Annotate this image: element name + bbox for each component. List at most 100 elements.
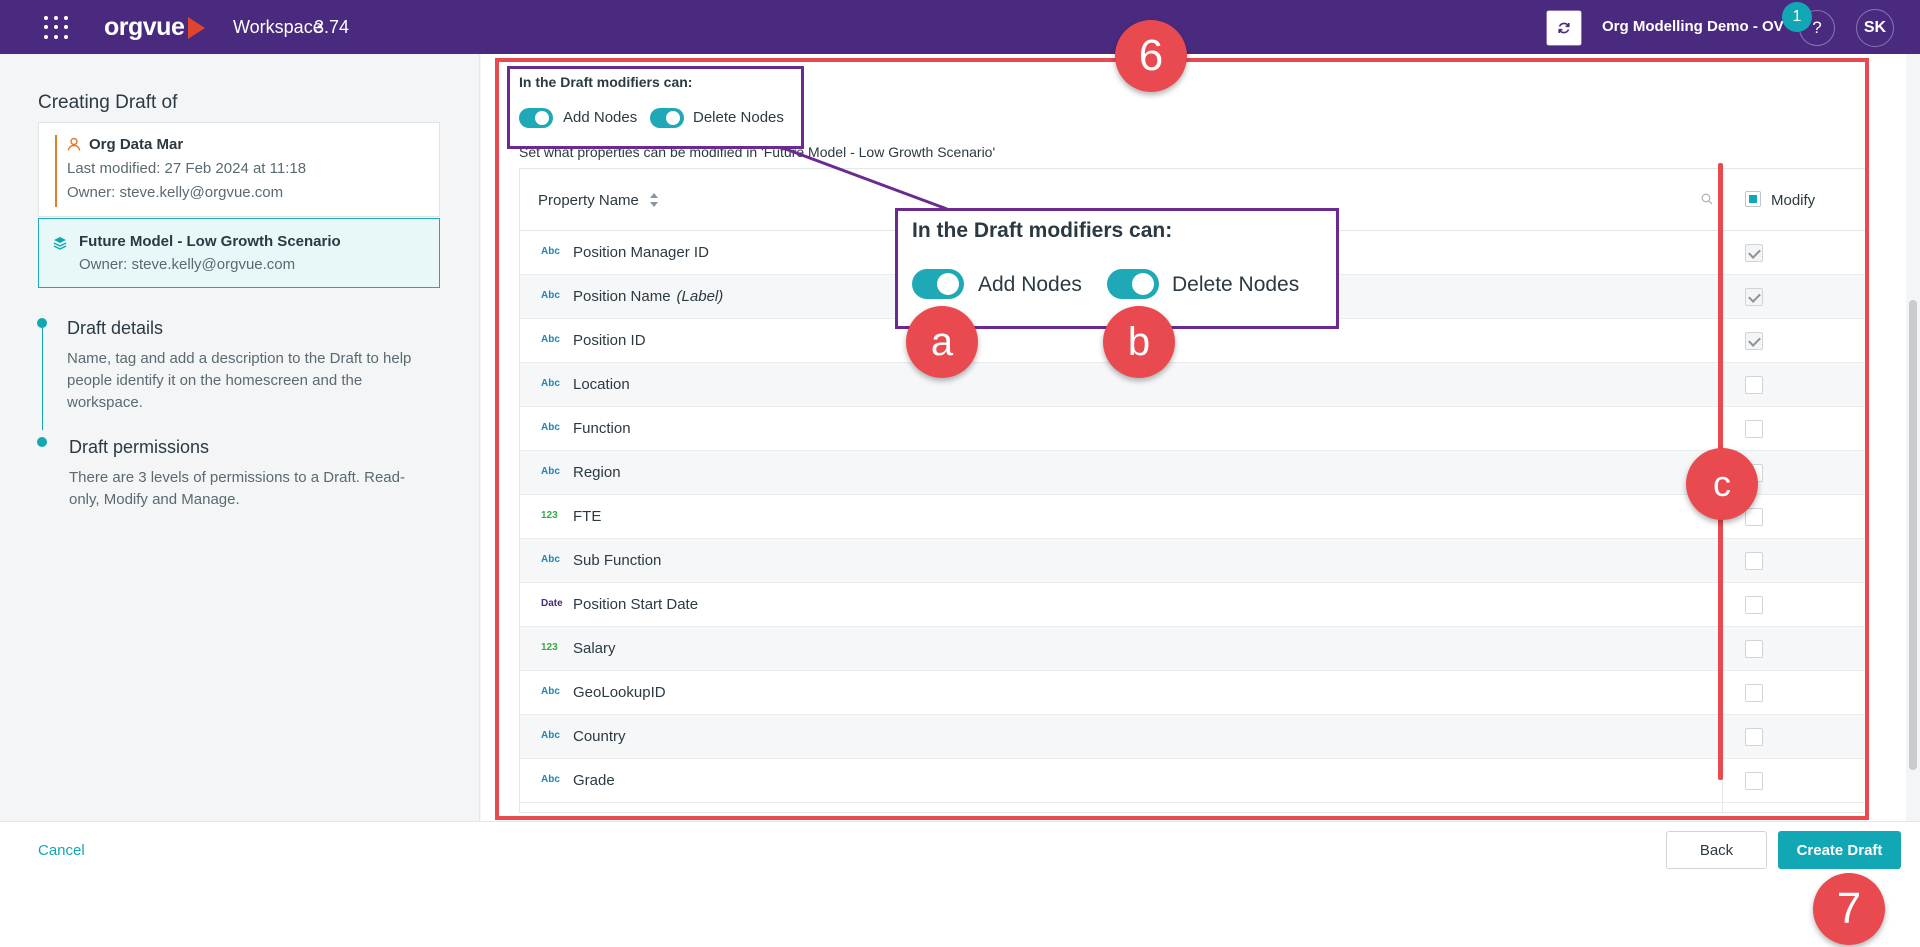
back-button[interactable]: Back [1666,831,1767,869]
creating-draft-title: Creating Draft of [38,92,178,113]
source-dataset-card: Org Data Mar Last modified: 27 Feb 2024 … [38,122,440,217]
footer-bar: Cancel Back Create Draft [0,821,1920,947]
delete-nodes-toggle-knob [666,111,680,125]
property-type-icon: Abc [541,378,560,389]
modify-checkbox[interactable] [1745,244,1763,262]
modify-checkbox[interactable] [1745,288,1763,306]
zoom-modifiers-label: In the Draft modifiers can: [912,219,1173,242]
zoom-delete-nodes-label: Delete Nodes [1172,273,1300,296]
table-row[interactable]: Abc GeoLookupID [520,671,1865,715]
property-name-text: Position Name [573,288,671,305]
table-row[interactable]: Abc Function [520,407,1865,451]
left-panel: Creating Draft of Org Data Mar Last modi… [0,54,480,821]
step-title-permissions[interactable]: Draft permissions [69,437,209,458]
table-row[interactable]: 123 Salary [520,627,1865,671]
property-name-text: Sub Function [573,552,662,569]
modify-checkbox[interactable] [1745,508,1763,526]
modify-checkbox[interactable] [1745,552,1763,570]
table-row[interactable]: Abc Country [520,715,1865,759]
add-nodes-toggle[interactable] [519,108,553,128]
modify-checkbox[interactable] [1745,772,1763,790]
property-name: Location [573,376,630,393]
step-7-marker: 7 [1813,873,1885,945]
property-name-text: Position ID [573,332,646,349]
add-nodes-toggle-knob [535,111,549,125]
modify-checkbox[interactable] [1745,728,1763,746]
table-row[interactable]: Date Position Start Date [520,583,1865,627]
property-name: GeoLookupID [573,684,666,701]
table-row[interactable]: Abc Sub Function [520,539,1865,583]
property-type-icon: Abc [541,422,560,433]
org-name[interactable]: Org Modelling Demo - OV [1602,18,1784,35]
property-name: Function [573,420,631,437]
create-draft-button[interactable]: Create Draft [1778,831,1901,869]
delete-nodes-toggle[interactable] [650,108,684,128]
delete-nodes-label: Delete Nodes [693,109,784,126]
property-name-text: Grade [573,772,615,789]
column-modify: Modify [1771,192,1816,209]
modify-checkbox[interactable] [1745,640,1763,658]
property-name-text: GeoLookupID [573,684,666,701]
modify-checkbox[interactable] [1745,332,1763,350]
source-dataset-name: Org Data Mar [89,136,184,153]
column-property-name[interactable]: Property Name [538,192,639,209]
logo-text: orgvue [104,13,185,41]
property-name-text: Position Start Date [573,596,699,613]
property-type-icon: Abc [541,774,560,785]
refresh-icon [1558,22,1570,34]
refresh-button[interactable] [1546,10,1582,46]
property-type-icon: Abc [541,554,560,565]
search-icon[interactable] [1701,193,1713,205]
draft-card: Future Model - Low Growth Scenario Owner… [38,218,440,288]
property-name: FTE [573,508,601,525]
marker-c: c [1686,448,1758,520]
modifiers-panel: In the Draft modifiers can: Add Nodes De… [507,66,804,149]
workspace-version: 3.74 [314,17,350,37]
table-row[interactable]: 123 FTE [520,495,1865,539]
modify-all-checkbox[interactable] [1745,191,1761,207]
app-launcher-icon[interactable] [44,16,70,40]
cancel-link[interactable]: Cancel [38,842,85,859]
property-type-icon: Abc [541,686,560,697]
person-icon [67,137,81,151]
zoom-delete-nodes-toggle-knob [1132,273,1154,295]
modify-checkbox[interactable] [1745,420,1763,438]
property-name-text: Location [573,376,630,393]
sort-icon[interactable] [649,191,659,209]
orgvue-logo[interactable]: orgvue [104,13,206,42]
property-name: Position Start Date [573,596,698,613]
step-title-details[interactable]: Draft details [67,318,163,339]
step-desc-permissions: There are 3 levels of permissions to a D… [69,469,405,508]
zoom-add-nodes-toggle[interactable] [912,269,964,299]
property-type-icon: Abc [541,290,560,301]
property-name: Country [573,728,626,745]
zoom-delete-nodes-toggle[interactable] [1107,269,1159,299]
layers-icon [53,237,67,250]
modify-checkbox[interactable] [1745,684,1763,702]
source-accent-bar [55,135,57,207]
property-name-text: Position Manager ID [573,244,709,261]
top-bar: orgvue Workspace 3.74 Org Modelling Demo… [0,0,1920,54]
property-name: Position ID [573,332,646,349]
step-dot-permissions [37,437,47,447]
property-name-text: FTE [573,508,602,525]
user-avatar[interactable]: SK [1856,9,1894,47]
zoom-add-nodes-toggle-knob [937,273,959,295]
property-type-icon: Abc [541,246,560,257]
step-6-marker: 6 [1115,20,1187,92]
modify-checkbox[interactable] [1745,596,1763,614]
property-type-icon: Date [541,598,563,609]
marker-b: b [1103,306,1175,378]
table-row[interactable]: Abc Region [520,451,1865,495]
draft-owner: Owner: steve.kelly@orgvue.com [79,256,296,273]
scrollbar-thumb[interactable] [1909,300,1917,770]
source-owner: Owner: steve.kelly@orgvue.com [67,184,284,201]
table-row[interactable]: Abc Location [520,363,1865,407]
property-type-icon: Abc [541,466,560,477]
notification-badge[interactable]: 1 [1782,2,1812,32]
modify-checkbox[interactable] [1745,376,1763,394]
step-desc-details: Name, tag and add a description to the D… [67,350,412,411]
property-name-text: Salary [573,640,616,657]
table-row[interactable]: Abc Grade [520,759,1865,803]
property-name: Grade [573,772,615,789]
